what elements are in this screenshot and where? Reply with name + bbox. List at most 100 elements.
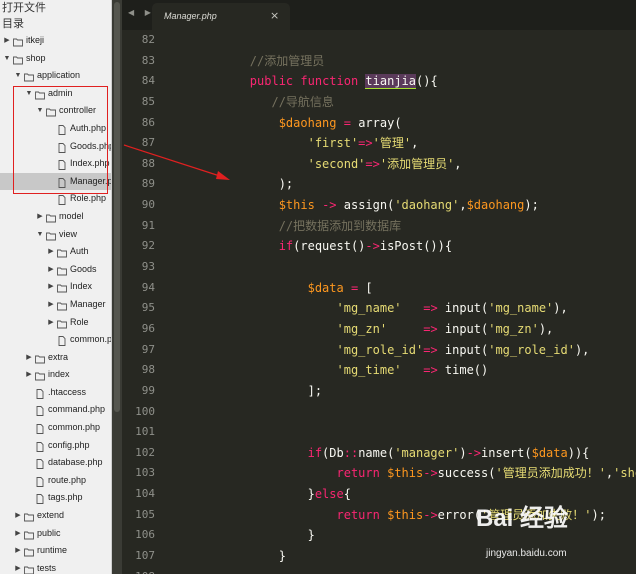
code-line[interactable]: 'mg_zn' => input('mg_zn'), [192, 319, 636, 340]
chevron-right-icon[interactable]: ▶ [14, 525, 22, 543]
code-line[interactable]: $data = [ [192, 278, 636, 299]
tree-file[interactable]: tags.php [0, 489, 111, 507]
code-line[interactable]: 'mg_time' => time() [192, 360, 636, 381]
code-token: [ [358, 280, 373, 295]
code-line[interactable]: //导航信息 [192, 92, 636, 113]
code-token: ), [553, 301, 568, 316]
tree-folder[interactable]: ▶ extra [0, 349, 111, 367]
tree-folder[interactable]: ▶ Manager [0, 296, 111, 314]
code-token: => [365, 156, 380, 171]
chevron-right-icon[interactable]: ▶ [3, 32, 11, 50]
tree-file[interactable]: database.php [0, 454, 111, 472]
code-line[interactable]: 'second'=>'添加管理员', [192, 154, 636, 175]
tree-file[interactable]: route.php [0, 472, 111, 490]
code-line[interactable]: 'mg_role_id'=> input('mg_role_id'), [192, 340, 636, 361]
code-token: $this [387, 507, 424, 522]
tree-folder[interactable]: ▶ runtime [0, 542, 111, 560]
tree-folder[interactable]: ▶ Role [0, 314, 111, 332]
line-number: 91 [141, 218, 155, 232]
tree-item-label: Goods [70, 263, 97, 274]
code-line[interactable] [192, 422, 636, 443]
code-line[interactable]: 'first'=>'管理', [192, 133, 636, 154]
code-token: input( [437, 342, 489, 357]
code-token: if [278, 239, 294, 254]
code-line[interactable] [192, 402, 636, 423]
folders-header[interactable]: 目录 [0, 16, 111, 32]
code-line[interactable]: if(Db::name('manager')->insert($data)){ [192, 443, 636, 464]
chevron-right-icon[interactable]: ▶ [14, 560, 22, 574]
chevron-down-icon[interactable]: ▼ [3, 50, 11, 68]
line-number: 108 [122, 567, 155, 574]
chevron-right-icon[interactable]: ▶ [47, 296, 55, 314]
code-token: 'mg_role_id' [336, 342, 424, 357]
code-line[interactable]: public function tianjia(){ [192, 71, 636, 92]
folder-icon [24, 529, 34, 540]
code-line[interactable] [192, 30, 636, 51]
line-number: 99 [141, 383, 155, 397]
chevron-right-icon[interactable]: ▶ [47, 261, 55, 279]
tree-folder[interactable]: ▶ itkeji [0, 32, 111, 50]
code-line[interactable]: //添加管理员 [192, 51, 636, 72]
code-line[interactable]: return $this->success('管理员添加成功！','showli… [192, 463, 636, 484]
tree-folder[interactable]: ▶ public [0, 525, 111, 543]
tree-folder[interactable]: ▶ model [0, 208, 111, 226]
chevron-right-icon[interactable]: ▶ [47, 243, 55, 261]
scrollbar-thumb[interactable] [114, 2, 120, 412]
code-editor[interactable]: 82 83 84 85 86 87 88 89 90 91 92 93 94 95 96 97 98 99 100 1… [122, 30, 636, 574]
tree-folder[interactable]: ▶ index [0, 366, 111, 384]
code-area[interactable]: //添加管理员 public function tianjia(){ //导航信… [192, 30, 636, 574]
chevron-right-icon[interactable]: ▶ [14, 507, 22, 525]
code-token: } [192, 487, 315, 502]
chevron-down-icon[interactable]: ▼ [36, 226, 44, 244]
code-token: input( [437, 301, 489, 316]
line-number: 82 [141, 33, 155, 46]
chevron-right-icon[interactable]: ▶ [25, 366, 33, 384]
code-token: time() [437, 363, 489, 378]
code-line[interactable]: if(request()->isPost()){ [192, 236, 636, 257]
tree-file[interactable]: command.php [0, 401, 111, 419]
code-line[interactable]: 'mg_name' => input('mg_name'), [192, 298, 636, 319]
code-line[interactable]: ]; [192, 381, 636, 402]
tree-file[interactable]: config.php [0, 437, 111, 455]
tree-folder[interactable]: ▶ Goods [0, 261, 111, 279]
code-token: ]; [192, 383, 323, 398]
chevron-down-icon[interactable]: ▼ [14, 67, 22, 85]
code-token: -> [423, 466, 438, 481]
chevron-right-icon[interactable]: ▶ [36, 208, 44, 226]
code-line[interactable]: $this -> assign('daohang',$daohang); [192, 195, 636, 216]
code-line[interactable] [192, 257, 636, 278]
tree-folder[interactable]: ▶ tests [0, 560, 111, 574]
folder-icon [57, 265, 67, 276]
code-token: success( [437, 466, 496, 481]
sidebar-scrollbar[interactable] [112, 0, 122, 574]
tree-folder[interactable]: ▶ extend [0, 507, 111, 525]
tree-folder[interactable]: ▼ view [0, 226, 111, 244]
code-line[interactable]: $daohang = array( [192, 113, 636, 134]
tab-manager-php[interactable]: Manager.php × [152, 3, 290, 30]
tab-nav-arrows[interactable]: ◀ ▶ [128, 8, 155, 17]
line-number: 88 [141, 156, 155, 170]
code-line[interactable]: //把数据添加到数据库 [192, 216, 636, 237]
line-number: 104 [135, 487, 155, 501]
chevron-right-icon[interactable]: ▶ [47, 278, 55, 296]
tree-file[interactable]: .htaccess [0, 384, 111, 402]
open-files-header[interactable]: 打开文件 [0, 0, 111, 16]
close-icon[interactable]: × [270, 9, 279, 22]
tree-folder[interactable]: ▶ Auth [0, 243, 111, 261]
tree-item-label: route.php [48, 474, 87, 485]
code-line[interactable]: ); [192, 174, 636, 195]
tree-folder[interactable]: ▶ Index [0, 278, 111, 296]
chevron-right-icon[interactable]: ▶ [47, 314, 55, 332]
tree-file[interactable]: common.php [0, 419, 111, 437]
tree-file[interactable]: common.php [0, 331, 111, 349]
code-token: , [411, 136, 419, 151]
tree-folder[interactable]: ▼ application [0, 67, 111, 85]
code-token: ); [524, 198, 539, 213]
chevron-right-icon[interactable]: ▶ [14, 542, 22, 560]
chevron-right-icon[interactable]: ▶ [25, 349, 33, 367]
tree-folder[interactable]: ▼ shop [0, 50, 111, 68]
